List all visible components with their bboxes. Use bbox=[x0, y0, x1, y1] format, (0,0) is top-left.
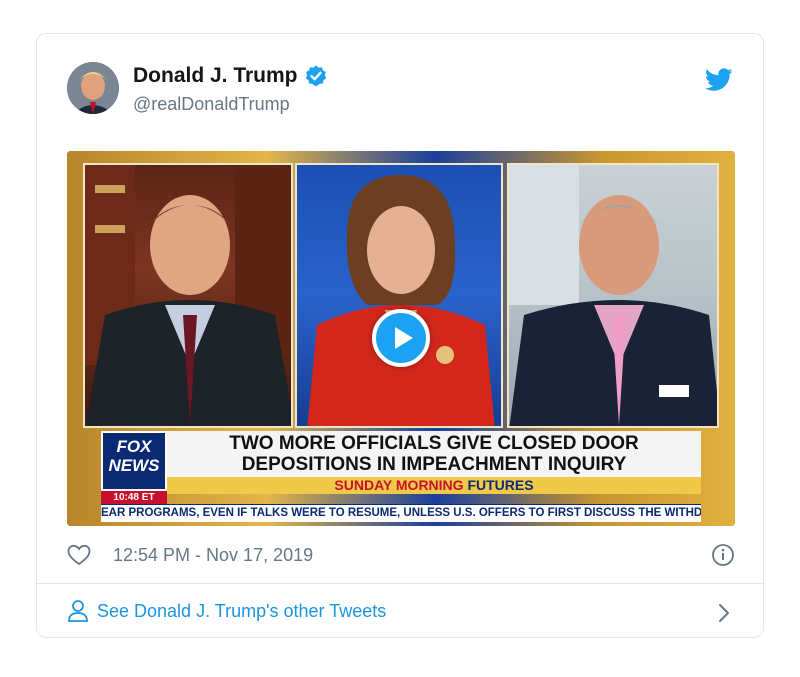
network-logo-line2: NEWS bbox=[108, 456, 160, 475]
see-other-tweets-link[interactable]: See Donald J. Trump's other Tweets bbox=[67, 599, 386, 623]
headline-line1: TWO MORE OFFICIALS GIVE CLOSED DOOR bbox=[229, 433, 639, 454]
author-name-row[interactable]: Donald J. Trump bbox=[133, 64, 328, 88]
news-headline: TWO MORE OFFICIALS GIVE CLOSED DOOR DEPO… bbox=[167, 431, 701, 477]
see-other-tweets-label[interactable]: See Donald J. Trump's other Tweets bbox=[97, 601, 386, 622]
play-icon bbox=[395, 327, 413, 349]
play-button[interactable] bbox=[372, 309, 430, 367]
video-panel-center-host bbox=[295, 163, 503, 428]
broadcast-clock: 10:48 ET bbox=[101, 491, 167, 504]
verified-badge-icon bbox=[305, 65, 326, 87]
news-lower-third: FOX NEWS 10:48 ET TWO MORE OFFICIALS GIV… bbox=[67, 431, 735, 526]
tweet-timestamp[interactable]: 12:54 PM - Nov 17, 2019 bbox=[113, 545, 313, 566]
show-name-bar: SUNDAY MORNING FUTURES bbox=[167, 477, 701, 494]
person-icon bbox=[68, 600, 88, 622]
heart-icon[interactable] bbox=[67, 544, 91, 566]
author-handle[interactable]: @realDonaldTrump bbox=[133, 94, 290, 115]
video-player[interactable]: FOX NEWS 10:48 ET TWO MORE OFFICIALS GIV… bbox=[67, 151, 735, 526]
headline-line2: DEPOSITIONS IN IMPEACHMENT INQUIRY bbox=[241, 454, 627, 475]
network-logo: FOX NEWS bbox=[101, 431, 167, 491]
avatar-image bbox=[67, 62, 119, 114]
guest-right-figure bbox=[509, 165, 717, 426]
video-panel-left-guest bbox=[83, 163, 293, 428]
footer-divider bbox=[37, 583, 763, 584]
chevron-right-icon[interactable] bbox=[717, 602, 731, 624]
show-name-part1: SUNDAY MORNING bbox=[334, 477, 464, 493]
author-display-name[interactable]: Donald J. Trump bbox=[133, 64, 298, 88]
twitter-bird-icon[interactable] bbox=[705, 68, 733, 92]
host-figure bbox=[307, 175, 495, 426]
video-panel-right-guest bbox=[507, 163, 719, 428]
network-logo-line1: FOX bbox=[116, 437, 152, 456]
avatar[interactable] bbox=[67, 62, 119, 114]
info-icon[interactable] bbox=[711, 543, 735, 567]
tweet-card: Donald J. Trump @realDonaldTrump FOX NEW… bbox=[36, 33, 764, 638]
show-name-part2: FUTURES bbox=[467, 477, 534, 493]
guest-left-figure bbox=[85, 165, 291, 426]
news-ticker: EAR PROGRAMS, EVEN IF TALKS WERE TO RESU… bbox=[101, 504, 701, 522]
tweet-meta-row: 12:54 PM - Nov 17, 2019 bbox=[67, 542, 735, 568]
